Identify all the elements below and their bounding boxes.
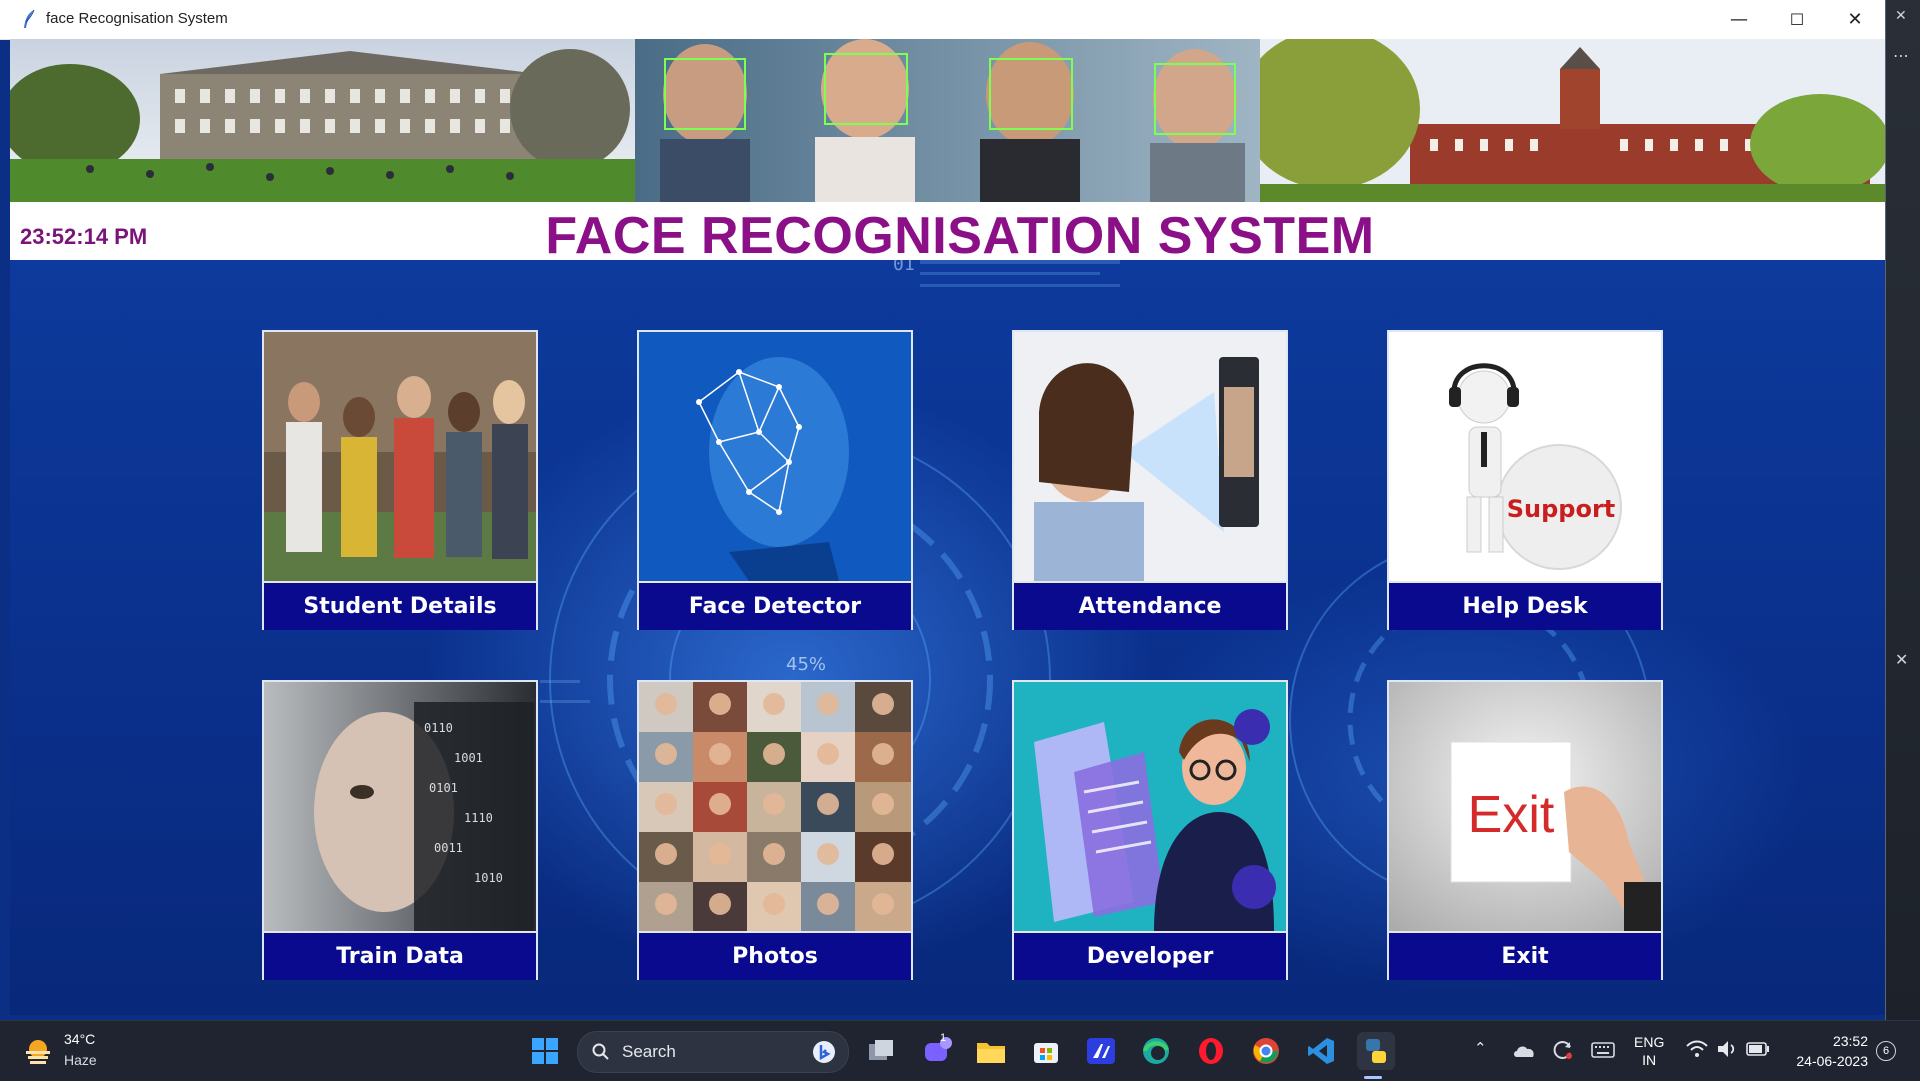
app-button[interactable] bbox=[1082, 1032, 1120, 1070]
store-button[interactable] bbox=[1027, 1032, 1065, 1070]
onedrive-icon[interactable] bbox=[1512, 1041, 1536, 1059]
python-icon bbox=[1366, 1039, 1386, 1063]
edge-icon bbox=[1143, 1038, 1169, 1064]
tile-label: Help Desk bbox=[1389, 581, 1661, 630]
background-percent-text: 45% bbox=[786, 654, 826, 675]
folder-icon bbox=[977, 1043, 1005, 1063]
weather-temperature: 34°C bbox=[64, 1031, 96, 1047]
svg-text:0101: 0101 bbox=[429, 781, 458, 795]
edge-button[interactable] bbox=[1137, 1032, 1175, 1070]
title-bar: face Recognisation System — ☐ ✕ bbox=[0, 0, 1885, 40]
background-code-text: 01 bbox=[893, 260, 915, 275]
developer-illustration bbox=[1014, 682, 1286, 931]
battery-icon[interactable] bbox=[1746, 1041, 1770, 1057]
svg-text:0110: 0110 bbox=[424, 721, 453, 735]
support-figure-photo: Support bbox=[1389, 332, 1661, 581]
banner-campus-left bbox=[10, 39, 635, 202]
weather-haze-icon[interactable] bbox=[22, 1035, 54, 1067]
chat-button[interactable]: 1 bbox=[918, 1032, 956, 1070]
tile-label: Face Detector bbox=[639, 581, 911, 630]
face-detector-button[interactable]: Face Detector bbox=[637, 330, 913, 630]
face-scanner-photo bbox=[1014, 332, 1286, 581]
language-code: ENG bbox=[1634, 1034, 1665, 1050]
wifi-icon[interactable] bbox=[1686, 1039, 1708, 1059]
maximize-icon: ☐ bbox=[1789, 10, 1805, 29]
students-group-photo bbox=[264, 332, 536, 581]
start-button[interactable] bbox=[526, 1032, 564, 1070]
portrait-grid-photo bbox=[639, 682, 911, 931]
system-clock[interactable]: 23:52 24-06-2023 bbox=[1780, 1031, 1868, 1071]
windows-icon bbox=[532, 1038, 558, 1064]
window-title: face Recognisation System bbox=[46, 10, 228, 27]
help-desk-button[interactable]: Support Help Desk bbox=[1387, 330, 1663, 630]
active-app-indicator bbox=[1364, 1076, 1382, 1079]
keyboard-icon[interactable] bbox=[1591, 1041, 1615, 1059]
task-view-icon bbox=[869, 1040, 893, 1060]
search-icon bbox=[592, 1043, 609, 1060]
minimize-icon: — bbox=[1730, 9, 1748, 30]
editor-icon bbox=[1087, 1038, 1115, 1064]
taskbar-search[interactable]: Search bbox=[577, 1031, 849, 1073]
sync-icon[interactable] bbox=[1552, 1039, 1574, 1061]
language-region: IN bbox=[1642, 1052, 1657, 1068]
face-mesh-photo bbox=[639, 332, 911, 581]
minimize-button[interactable]: — bbox=[1710, 0, 1768, 39]
page-title: FACE RECOGNISATION SYSTEM bbox=[545, 207, 1375, 265]
close-icon: ✕ bbox=[1895, 8, 1907, 24]
close-icon: ✕ bbox=[1847, 9, 1863, 30]
task-view-button[interactable] bbox=[862, 1032, 900, 1070]
svg-text:1001: 1001 bbox=[454, 751, 483, 765]
taskbar: 34°C Haze Search 1 ⌃ ENG IN 23:52 24-06-… bbox=[0, 1020, 1920, 1081]
student-details-button[interactable]: Student Details bbox=[262, 330, 538, 630]
notification-badge[interactable]: 6 bbox=[1876, 1041, 1896, 1061]
chevron-up-icon[interactable]: ⌃ bbox=[1474, 1039, 1487, 1057]
language-indicator[interactable]: ENG IN bbox=[1634, 1033, 1664, 1069]
tile-label: Developer bbox=[1014, 931, 1286, 980]
tile-label: Attendance bbox=[1014, 581, 1286, 630]
support-text: Support bbox=[1507, 495, 1616, 523]
developer-button[interactable]: Developer bbox=[1012, 680, 1288, 980]
banner-faces-middle bbox=[635, 39, 1260, 202]
exit-button[interactable]: Exit Exit bbox=[1387, 680, 1663, 980]
chat-badge: 1 bbox=[940, 1032, 947, 1044]
opera-button[interactable] bbox=[1192, 1032, 1230, 1070]
chrome-icon bbox=[1253, 1038, 1279, 1064]
vscode-button[interactable] bbox=[1302, 1032, 1340, 1070]
photos-button[interactable]: Photos bbox=[637, 680, 913, 980]
opera-icon bbox=[1199, 1038, 1223, 1064]
feather-icon bbox=[24, 9, 35, 28]
bing-icon[interactable] bbox=[812, 1040, 836, 1064]
store-icon bbox=[1034, 1043, 1058, 1063]
svg-text:1010: 1010 bbox=[474, 871, 503, 885]
exit-card-photo: Exit bbox=[1389, 682, 1661, 931]
train-data-button[interactable]: 0110 1001 0101 1110 0011 1010 Train Data bbox=[262, 680, 538, 980]
more-icon: ⋯ bbox=[1893, 46, 1909, 65]
tile-label: Photos bbox=[639, 931, 911, 980]
maximize-button[interactable]: ☐ bbox=[1768, 0, 1826, 39]
clock-date: 24-06-2023 bbox=[1796, 1053, 1868, 1069]
banner-campus-right bbox=[1260, 39, 1885, 202]
chat-icon bbox=[925, 1037, 952, 1061]
search-placeholder: Search bbox=[622, 1042, 676, 1061]
python-app-button[interactable] bbox=[1357, 1032, 1395, 1070]
file-explorer-button[interactable] bbox=[972, 1032, 1010, 1070]
weather-description: Haze bbox=[64, 1052, 97, 1068]
tile-label: Student Details bbox=[264, 581, 536, 630]
main-panel: 01 45% Student Details Face Detector Att… bbox=[10, 260, 1885, 1015]
exit-text: Exit bbox=[1468, 786, 1555, 844]
desktop-background: ✕ ⋯ ✕ bbox=[1885, 0, 1920, 1020]
close-icon: ✕ bbox=[1895, 650, 1909, 669]
app-window: face Recognisation System — ☐ ✕ 23:52:14… bbox=[0, 0, 1885, 1020]
clock-time: 23:52 bbox=[1832, 1033, 1868, 1049]
volume-icon[interactable] bbox=[1716, 1039, 1738, 1059]
close-button[interactable]: ✕ bbox=[1826, 0, 1884, 39]
attendance-button[interactable]: Attendance bbox=[1012, 330, 1288, 630]
svg-text:0011: 0011 bbox=[434, 841, 463, 855]
chrome-button[interactable] bbox=[1247, 1032, 1285, 1070]
vscode-icon bbox=[1308, 1038, 1334, 1064]
tile-label: Exit bbox=[1389, 931, 1661, 980]
tile-label: Train Data bbox=[264, 931, 536, 980]
svg-text:1110: 1110 bbox=[464, 811, 493, 825]
digital-face-photo: 0110 1001 0101 1110 0011 1010 bbox=[264, 682, 536, 931]
